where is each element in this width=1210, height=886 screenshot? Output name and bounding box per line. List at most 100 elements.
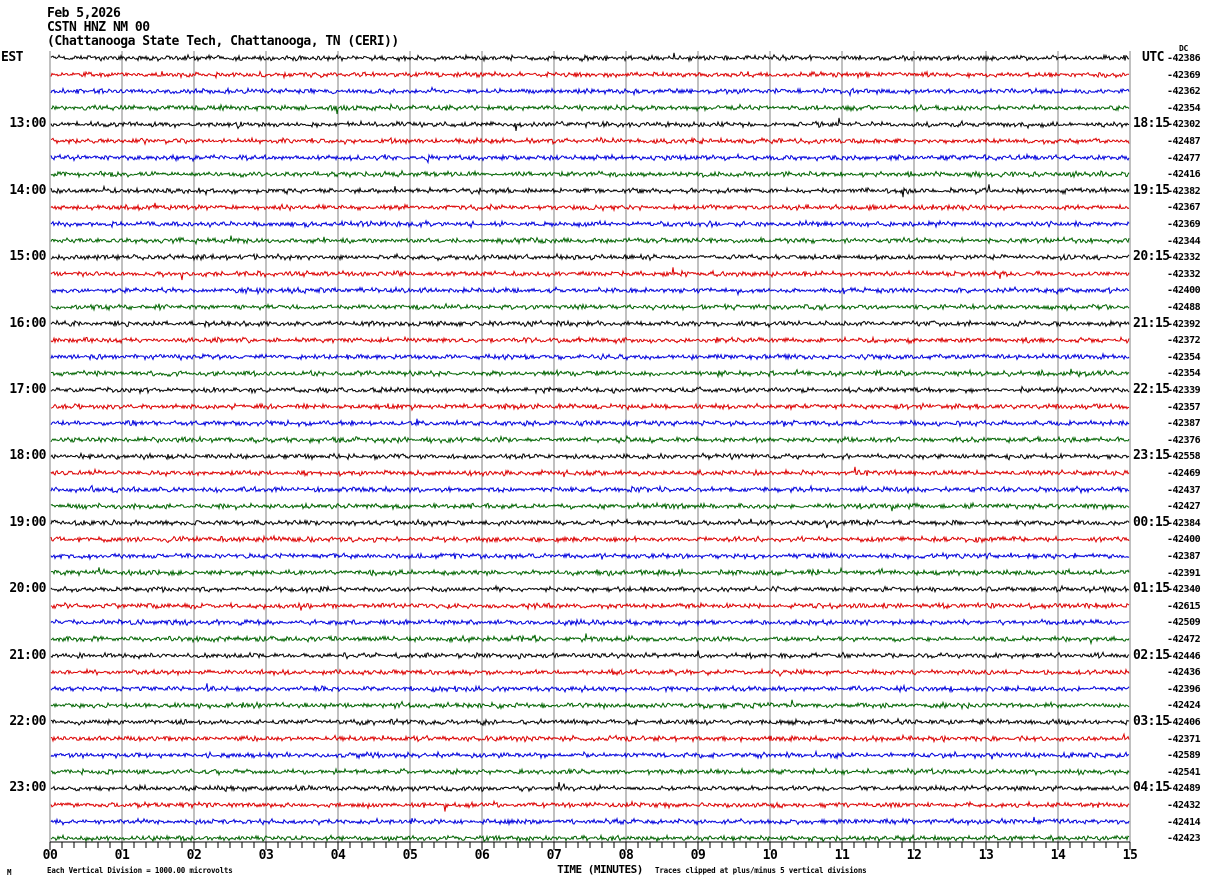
seismic-trace-row-11: [50, 235, 1130, 246]
seismic-trace-row-5: [50, 136, 1130, 146]
seismic-trace-row-2: [50, 86, 1130, 98]
dc-offset-value: -42357: [1167, 401, 1201, 413]
dc-offset-value: -42400: [1167, 534, 1201, 546]
utc-hour-label: 01:15: [1133, 581, 1170, 597]
dc-offset-value: -42332: [1167, 252, 1201, 264]
dc-offset-value: -42432: [1167, 800, 1201, 811]
x-tick-label: 13: [978, 848, 994, 863]
x-tick-label: 01: [114, 848, 130, 863]
seismic-trace-row-13: [50, 267, 1130, 281]
dc-offset-value: -42558: [1167, 451, 1201, 463]
dc-offset-value: -42423: [1167, 833, 1201, 845]
dc-offset-value: -42589: [1167, 750, 1201, 762]
seismic-trace-row-41: [50, 732, 1130, 744]
dc-offset-value: -42487: [1167, 136, 1201, 147]
dc-offset-value: -42354: [1167, 368, 1201, 380]
helicorder-plot: [49, 51, 1131, 850]
seismic-trace-row-33: [50, 601, 1130, 611]
x-tick-label: 05: [402, 848, 418, 863]
x-tick-label: 07: [546, 848, 562, 863]
dc-offset-value: -42541: [1167, 766, 1201, 778]
seismic-trace-row-37: [50, 667, 1130, 678]
dc-offset-value: -42436: [1167, 667, 1201, 679]
seismic-trace-row-0: [50, 52, 1130, 63]
seismic-trace-row-42: [50, 749, 1129, 761]
seismic-trace-row-45: [50, 799, 1130, 812]
est-hour-label: 15:00: [9, 249, 46, 265]
est-hour-label: 19:00: [9, 514, 46, 530]
seismic-trace-row-31: [50, 566, 1130, 578]
right-timezone-label: UTC: [1142, 50, 1164, 65]
seismic-trace-row-21: [50, 402, 1130, 412]
scale-note: Each Vertical Division = 1000.00 microvo…: [47, 866, 233, 875]
header-station-description: (Chattanooga State Tech, Chattanooga, TN…: [47, 34, 399, 49]
seismic-trace-row-47: [50, 833, 1130, 844]
utc-hour-label: 21:15: [1133, 315, 1170, 331]
seismic-trace-row-36: [50, 650, 1130, 660]
dc-offset-value: -42372: [1167, 335, 1201, 347]
dc-offset-value: -42387: [1167, 418, 1201, 430]
seismic-trace-row-27: [50, 501, 1130, 512]
dc-offset-value: -42387: [1167, 551, 1201, 562]
seismic-trace-row-4: [50, 117, 1130, 131]
est-hour-label: 16:00: [9, 315, 46, 331]
seismic-trace-row-29: [50, 534, 1130, 544]
clip-note: Traces clipped at plus/minus 5 vertical …: [655, 866, 867, 875]
utc-hour-label: 02:15: [1133, 647, 1170, 663]
dc-offset-value: -42302: [1167, 119, 1201, 131]
seismic-trace-row-32: [50, 584, 1130, 595]
left-timezone-label: EST: [1, 50, 23, 65]
dc-offset-value: -42446: [1167, 650, 1201, 662]
seismic-trace-row-17: [50, 335, 1130, 345]
dc-offset-value: -42369: [1167, 219, 1201, 230]
est-hour-label: 23:00: [9, 780, 46, 796]
est-hour-label: 14:00: [9, 182, 46, 198]
dc-offset-value: -42396: [1167, 683, 1201, 695]
est-hour-label: 18:00: [9, 448, 46, 464]
seismic-trace-row-25: [50, 466, 1130, 478]
est-hour-label: 22:00: [9, 714, 46, 729]
utc-hour-label: 20:15: [1133, 249, 1170, 265]
dc-offset-value: -42400: [1167, 285, 1201, 297]
seismic-trace-row-28: [50, 518, 1130, 529]
dc-offset-value: -42367: [1167, 202, 1201, 214]
seismic-trace-row-10: [50, 218, 1130, 230]
utc-hour-label: 19:15: [1133, 182, 1170, 198]
dc-offset-value: -42354: [1167, 102, 1201, 114]
dc-column-header: DC: [1179, 44, 1189, 53]
dc-offset-value: -42354: [1167, 351, 1201, 363]
dc-offset-value: -42371: [1167, 733, 1201, 745]
seismic-trace-row-18: [50, 351, 1130, 362]
x-tick-label: 15: [1122, 848, 1138, 863]
dc-offset-value: -42376: [1167, 434, 1201, 446]
x-tick-label: 11: [834, 848, 850, 863]
utc-hour-label: 04:15: [1133, 780, 1170, 796]
seismic-trace-row-44: [50, 782, 1130, 793]
dc-offset-value: -42472: [1167, 634, 1201, 645]
scale-symbol: M: [7, 868, 12, 877]
seismic-trace-row-24: [50, 451, 1130, 462]
seismic-trace-row-8: [50, 184, 1130, 198]
utc-hour-label: 22:15: [1133, 382, 1170, 397]
seismic-trace-row-9: [50, 202, 1130, 213]
x-tick-label: 12: [906, 848, 922, 863]
utc-hour-label: 00:15: [1133, 514, 1170, 530]
seismic-trace-row-34: [50, 617, 1130, 628]
est-hour-label: 13:00: [9, 116, 46, 132]
dc-offset-value: -42615: [1167, 600, 1201, 612]
seismic-trace-row-16: [50, 319, 1130, 329]
dc-offset-value: -42344: [1167, 235, 1201, 247]
seismic-trace-row-39: [50, 699, 1130, 711]
dc-offset-value: -42489: [1167, 783, 1201, 795]
seismic-trace-row-12: [50, 252, 1130, 262]
x-tick-label: 14: [1050, 848, 1066, 863]
seismic-trace-row-26: [50, 484, 1130, 495]
dc-offset-value: -42427: [1167, 501, 1201, 513]
x-tick-label: 08: [618, 848, 634, 863]
x-axis-title: TIME (MINUTES): [557, 863, 643, 876]
dc-offset-value: -42340: [1167, 584, 1201, 596]
dc-offset-value: -42384: [1167, 517, 1201, 529]
dc-offset-value: -42406: [1167, 717, 1201, 728]
seismic-trace-row-1: [50, 69, 1129, 80]
est-hour-label: 17:00: [9, 382, 46, 397]
